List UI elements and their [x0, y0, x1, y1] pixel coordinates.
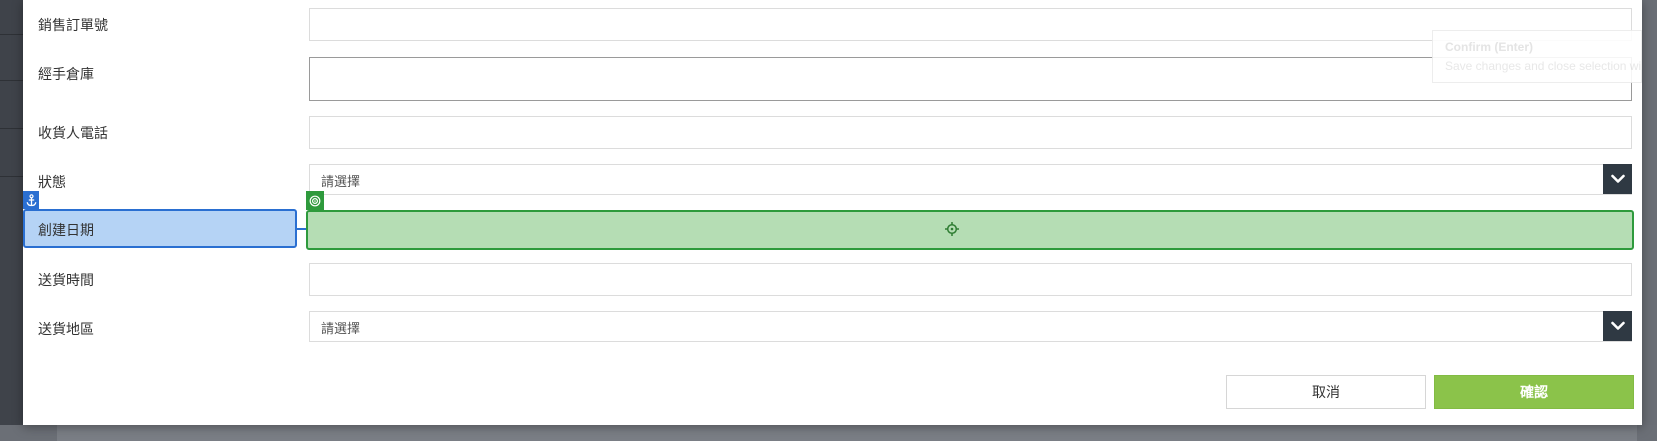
confirm-button[interactable]: 確認 [1434, 375, 1634, 409]
status-select[interactable]: 請選擇 [309, 164, 1632, 195]
recipient-phone-input[interactable] [309, 116, 1632, 149]
field-label-sales-order-number: 銷售訂單號 [38, 17, 108, 33]
field-label-created-date: 創建日期 [38, 222, 94, 238]
chevron-down-icon[interactable] [1603, 311, 1632, 341]
target-icon [306, 191, 324, 210]
cancel-button[interactable]: 取消 [1226, 375, 1426, 409]
backdrop-divider [0, 34, 23, 35]
crosshair-icon [945, 222, 959, 241]
delivery-region-select-placeholder: 請選擇 [321, 321, 361, 336]
backdrop-bottom-panel [57, 425, 1637, 441]
backdrop-divider [0, 128, 23, 129]
backdrop-divider [0, 176, 23, 177]
field-label-recipient-phone: 收貨人電話 [38, 125, 108, 141]
anchor-icon [23, 191, 39, 209]
delivery-region-select[interactable]: 請選擇 [309, 311, 1632, 342]
field-label-status: 狀態 [38, 174, 66, 190]
field-label-delivery-time: 送貨時間 [38, 272, 94, 288]
chevron-down-icon[interactable] [1603, 164, 1632, 194]
delivery-time-input[interactable] [309, 263, 1632, 296]
status-select-placeholder: 請選擇 [321, 174, 361, 189]
field-label-handling-warehouse: 經手倉庫 [38, 66, 94, 82]
backdrop-bottom [0, 425, 1657, 441]
created-date-input[interactable] [306, 210, 1634, 250]
anchor-highlight-created-date: 創建日期 [23, 209, 297, 248]
backdrop-left [0, 0, 23, 441]
form-dialog: 銷售訂單號 經手倉庫 收貨人電話 狀態 請選擇 創建日期 送貨時間 送貨地區 請… [23, 0, 1642, 425]
confirm-tooltip: Confirm (Enter) Save changes and close s… [1432, 30, 1642, 83]
tooltip-description: Save changes and close selection wi [1445, 59, 1642, 73]
backdrop-divider [0, 80, 23, 81]
field-label-delivery-region: 送貨地區 [38, 321, 94, 337]
tooltip-title: Confirm (Enter) [1445, 40, 1533, 54]
